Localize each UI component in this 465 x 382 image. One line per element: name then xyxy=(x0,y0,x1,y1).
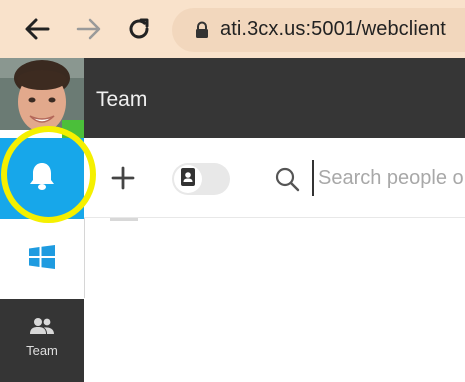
sidebar-item-label: Team xyxy=(26,343,58,358)
plus-icon[interactable] xyxy=(110,165,136,191)
forward-arrow-icon[interactable] xyxy=(74,14,104,44)
search-icon[interactable] xyxy=(274,166,300,197)
contacts-toggle[interactable] xyxy=(172,163,230,195)
sidebar-item-team[interactable]: Team xyxy=(0,299,84,382)
search-input[interactable] xyxy=(312,160,465,196)
team-icon xyxy=(30,317,54,340)
reload-icon[interactable] xyxy=(124,14,154,44)
divider xyxy=(84,218,85,298)
content-area xyxy=(84,218,465,382)
list-edge xyxy=(110,218,138,221)
lock-icon[interactable] xyxy=(194,21,210,44)
address-bar[interactable]: ati.3cx.us:5001/webclient xyxy=(172,8,465,52)
toggle-knob xyxy=(174,165,202,193)
team-toolbar xyxy=(84,138,465,218)
page-title: Team xyxy=(96,88,148,111)
url-text: ati.3cx.us:5001/webclient xyxy=(220,18,446,40)
windows-logo-icon xyxy=(28,244,56,274)
screen: ati.3cx.us:5001/webclient Team Team Sear… xyxy=(0,0,465,382)
back-arrow-icon[interactable] xyxy=(22,14,52,44)
contact-card-icon xyxy=(179,167,197,192)
sidebar-item-windows[interactable] xyxy=(0,219,84,299)
browser-toolbar: ati.3cx.us:5001/webclient xyxy=(0,0,465,58)
app-header: Team xyxy=(84,58,465,138)
highlight-circle xyxy=(1,126,96,223)
